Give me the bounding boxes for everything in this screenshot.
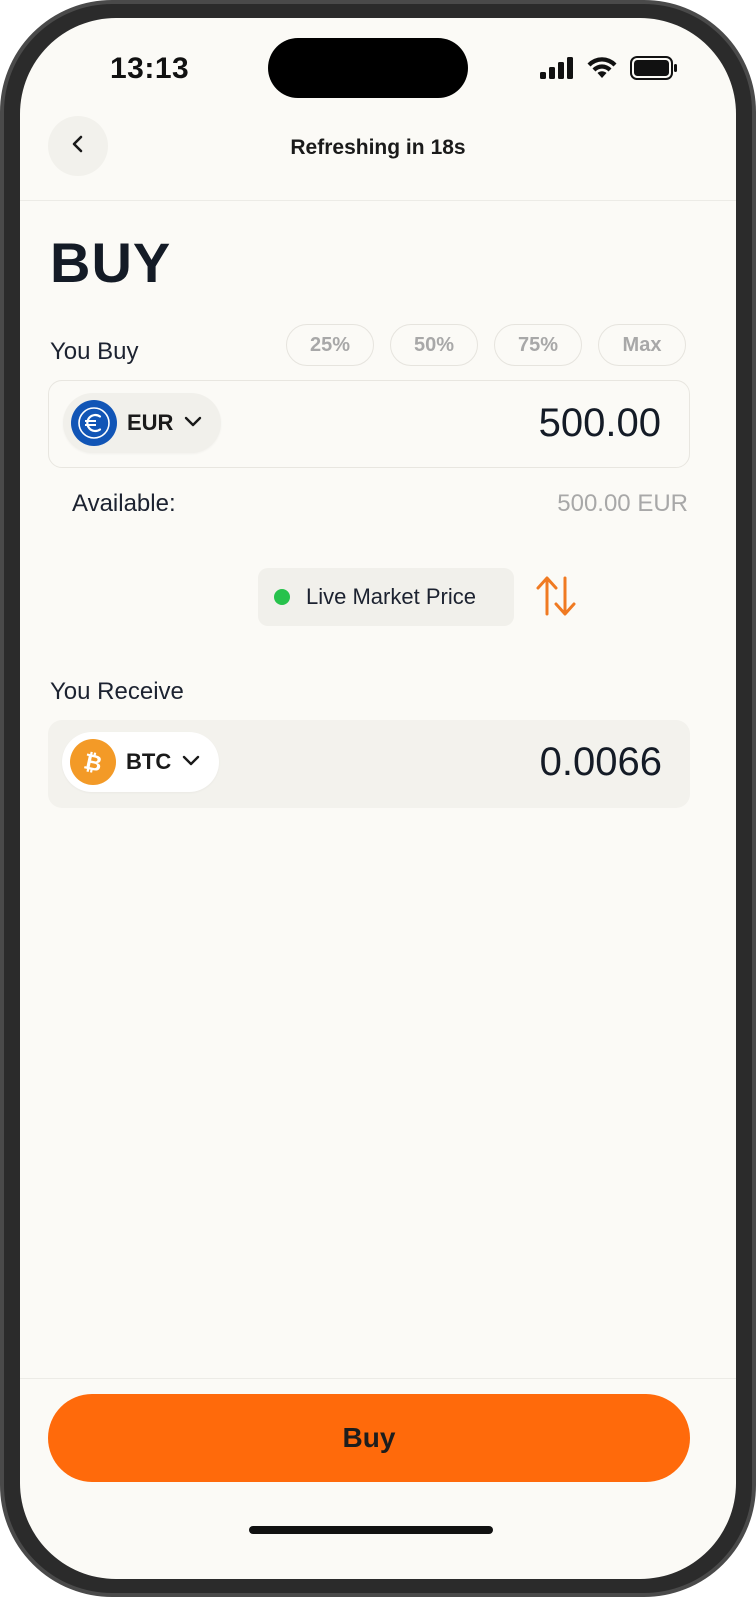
wifi-icon — [586, 56, 618, 85]
receive-amount-value: 0.0066 — [539, 740, 662, 784]
status-bar: 13:13 — [20, 18, 736, 118]
you-receive-label: You Receive — [50, 678, 184, 705]
max-button[interactable]: Max — [598, 324, 686, 366]
buy-currency-code: EUR — [127, 410, 174, 435]
available-value: 500.00 EUR — [557, 490, 688, 517]
percent-75-button[interactable]: 75% — [494, 324, 582, 366]
refresh-timer: Refreshing in 18s — [20, 136, 736, 160]
page-title: BUY — [50, 231, 172, 294]
signal-icon — [540, 57, 574, 84]
buy-button[interactable]: Buy — [48, 1394, 690, 1482]
battery-icon — [630, 56, 678, 85]
status-time: 13:13 — [110, 52, 190, 85]
live-status-dot — [274, 589, 290, 605]
live-market-price-label: Live Market Price — [306, 584, 476, 609]
swap-arrows-icon[interactable] — [534, 574, 578, 623]
percent-50-button[interactable]: 50% — [390, 324, 478, 366]
available-label: Available: — [72, 490, 176, 517]
refresh-label: Refreshing in — [290, 136, 425, 159]
bitcoin-coin-icon: ₿ — [70, 739, 116, 785]
receive-amount-field[interactable]: ₿ BTC 0.0066 — [48, 720, 690, 808]
status-icons — [540, 56, 678, 85]
receive-currency-code: BTC — [126, 749, 172, 774]
refresh-countdown: 18s — [430, 136, 466, 159]
chevron-down-icon — [183, 414, 203, 433]
dynamic-island — [268, 38, 468, 98]
buy-amount-field[interactable]: EUR 500.00 — [48, 380, 690, 468]
percent-buttons: 25% 50% 75% Max — [286, 324, 686, 366]
chevron-down-icon — [181, 753, 201, 772]
svg-text:₿: ₿ — [81, 749, 104, 777]
buy-currency-selector[interactable]: EUR — [63, 393, 222, 453]
you-buy-label: You Buy — [50, 338, 139, 365]
live-market-price-badge: Live Market Price — [258, 568, 514, 626]
percent-25-button[interactable]: 25% — [286, 324, 374, 366]
euro-coin-icon — [71, 400, 117, 446]
receive-currency-selector[interactable]: ₿ BTC — [62, 732, 220, 792]
app-screen: 13:13 Refreshing in 18s BUY You Buy 25% … — [20, 18, 736, 1579]
buy-amount-value: 500.00 — [538, 401, 661, 445]
home-indicator[interactable] — [249, 1526, 493, 1534]
header: Refreshing in 18s — [20, 116, 736, 201]
